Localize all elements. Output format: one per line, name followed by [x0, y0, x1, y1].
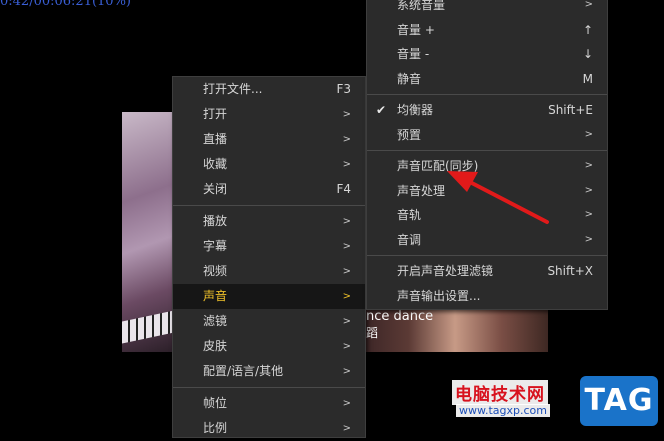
menu-item-config-language-other[interactable]: 配置/语言/其他 >: [173, 359, 365, 384]
menu-item-audio-output-settings[interactable]: 声音输出设置...: [367, 284, 607, 309]
menu-item-label: 字幕: [203, 239, 228, 253]
menu-item-label: 预置: [397, 127, 422, 142]
watermark-site-name: 电脑技术网: [452, 380, 548, 405]
menu-item-label: 音调: [397, 232, 422, 247]
video-frame-right: nce dance 蹈: [362, 308, 548, 352]
menu-item-label: 声音匹配(同步): [397, 159, 479, 173]
menu-item-system-volume[interactable]: 系统音量 >: [367, 0, 607, 18]
submenu-arrow-icon: >: [342, 316, 351, 327]
submenu-arrow-icon: >: [342, 423, 351, 434]
menu-item-audio-processing[interactable]: 声音处理 >: [367, 179, 607, 204]
menu-item-open[interactable]: 打开 >: [173, 102, 365, 127]
menu-item-aspect-ratio[interactable]: 比例 >: [173, 416, 365, 441]
checkmark-icon: ✔: [376, 103, 387, 117]
menu-item-label: 直播: [203, 132, 228, 146]
watermark-logo: TAG: [580, 376, 658, 426]
menu-item-filters[interactable]: 滤镜 >: [173, 309, 365, 334]
menu-item-label: 配置/语言/其他: [203, 364, 284, 378]
menu-separator: [367, 255, 607, 256]
video-frame-left: [122, 112, 174, 352]
menu-item-label: 开启声音处理滤镜: [397, 264, 494, 278]
submenu-arrow-icon: >: [342, 398, 351, 409]
subtitle-line-2: 蹈: [366, 326, 379, 340]
menu-item-label: 关闭: [203, 182, 228, 196]
menu-item-label: 皮肤: [203, 339, 228, 353]
menu-item-label: 音量 +: [397, 22, 435, 37]
shortcut-label: Shift+E: [548, 103, 593, 117]
menu-item-close[interactable]: 关闭 F4: [173, 177, 365, 202]
shortcut-label: F3: [336, 82, 351, 96]
menu-separator: [173, 387, 365, 388]
submenu-arrow-icon: >: [584, 160, 593, 171]
menu-item-label: 滤镜: [203, 314, 228, 328]
menu-item-presets[interactable]: 预置 >: [367, 123, 607, 148]
menu-item-label: 声音处理: [397, 183, 446, 198]
menu-item-label: 音轨: [397, 208, 422, 222]
menu-item-favorites[interactable]: 收藏 >: [173, 152, 365, 177]
submenu-arrow-icon: >: [584, 233, 593, 245]
menu-item-enable-audio-filter[interactable]: 开启声音处理滤镜 Shift+X: [367, 259, 607, 284]
menu-item-audio-sync[interactable]: 声音匹配(同步) >: [367, 154, 607, 179]
submenu-arrow-icon: >: [584, 209, 593, 220]
menu-item-volume-down[interactable]: 音量 - ↓: [367, 42, 607, 67]
menu-item-label: 打开: [203, 107, 228, 121]
submenu-arrow-icon: >: [342, 109, 351, 120]
submenu-arrow-icon: >: [342, 266, 351, 277]
submenu-arrow-icon: >: [584, 128, 593, 140]
menu-separator: [367, 94, 607, 95]
menu-item-frame-position[interactable]: 帧位 >: [173, 391, 365, 416]
menu-item-play[interactable]: 播放 >: [173, 209, 365, 234]
shortcut-label: ↑: [582, 22, 593, 37]
shortcut-label: ↓: [582, 47, 593, 61]
submenu-arrow-icon: >: [342, 159, 351, 170]
menu-item-label: 声音输出设置...: [397, 288, 481, 303]
menu-item-pitch[interactable]: 音调 >: [367, 228, 607, 253]
menu-item-label: 均衡器: [397, 103, 434, 117]
menu-item-label: 音量 -: [397, 47, 430, 61]
menu-item-equalizer[interactable]: ✔ 均衡器 Shift+E: [367, 98, 607, 123]
submenu-arrow-icon: >: [342, 341, 351, 352]
subtitle-line-1: nce dance: [366, 309, 434, 324]
playback-timecode: 0:42/00:06:21(10%): [0, 0, 131, 9]
menu-item-label: 帧位: [203, 396, 228, 410]
submenu-arrow-icon: >: [342, 366, 351, 377]
submenu-arrow-icon: >: [342, 134, 351, 145]
submenu-arrow-icon: >: [342, 216, 351, 227]
menu-item-label: 系统音量: [397, 0, 446, 12]
menu-separator: [367, 150, 607, 151]
menu-item-mute[interactable]: 静音 M: [367, 67, 607, 92]
menu-item-label: 播放: [203, 214, 228, 228]
menu-item-audio[interactable]: 声音 >: [173, 284, 365, 309]
submenu-arrow-icon: >: [342, 291, 351, 302]
menu-item-label: 视频: [203, 264, 228, 278]
submenu-arrow-icon: >: [342, 241, 351, 252]
watermark-url: www.tagxp.com: [456, 404, 550, 417]
menu-item-open-file[interactable]: 打开文件... F3: [173, 77, 365, 102]
submenu-arrow-icon: >: [584, 184, 593, 196]
menu-separator: [173, 205, 365, 206]
menu-item-live[interactable]: 直播 >: [173, 127, 365, 152]
menu-item-audio-track[interactable]: 音轨 >: [367, 203, 607, 228]
shortcut-label: M: [582, 71, 593, 86]
audio-submenu: 系统音量 > 音量 + ↑ 音量 - ↓ 静音 M ✔ 均衡器 Shift+E …: [366, 0, 608, 310]
menu-item-video[interactable]: 视频 >: [173, 259, 365, 284]
context-menu: 打开文件... F3 打开 > 直播 > 收藏 > 关闭 F4 播放 > 字幕 …: [172, 76, 366, 438]
submenu-arrow-icon: >: [584, 0, 593, 10]
menu-item-skins[interactable]: 皮肤 >: [173, 334, 365, 359]
menu-item-label: 声音: [203, 289, 228, 303]
menu-item-volume-up[interactable]: 音量 + ↑: [367, 18, 607, 43]
shortcut-label: Shift+X: [547, 264, 593, 278]
menu-item-label: 比例: [203, 421, 228, 435]
menu-item-label: 收藏: [203, 157, 228, 171]
watermark: 电脑技术网 www.tagxp.com TAG: [452, 376, 658, 426]
menu-item-label: 打开文件...: [203, 82, 263, 96]
piano-keys-image: [122, 310, 174, 344]
menu-item-subtitles[interactable]: 字幕 >: [173, 234, 365, 259]
menu-item-label: 静音: [397, 71, 422, 86]
shortcut-label: F4: [336, 182, 351, 196]
